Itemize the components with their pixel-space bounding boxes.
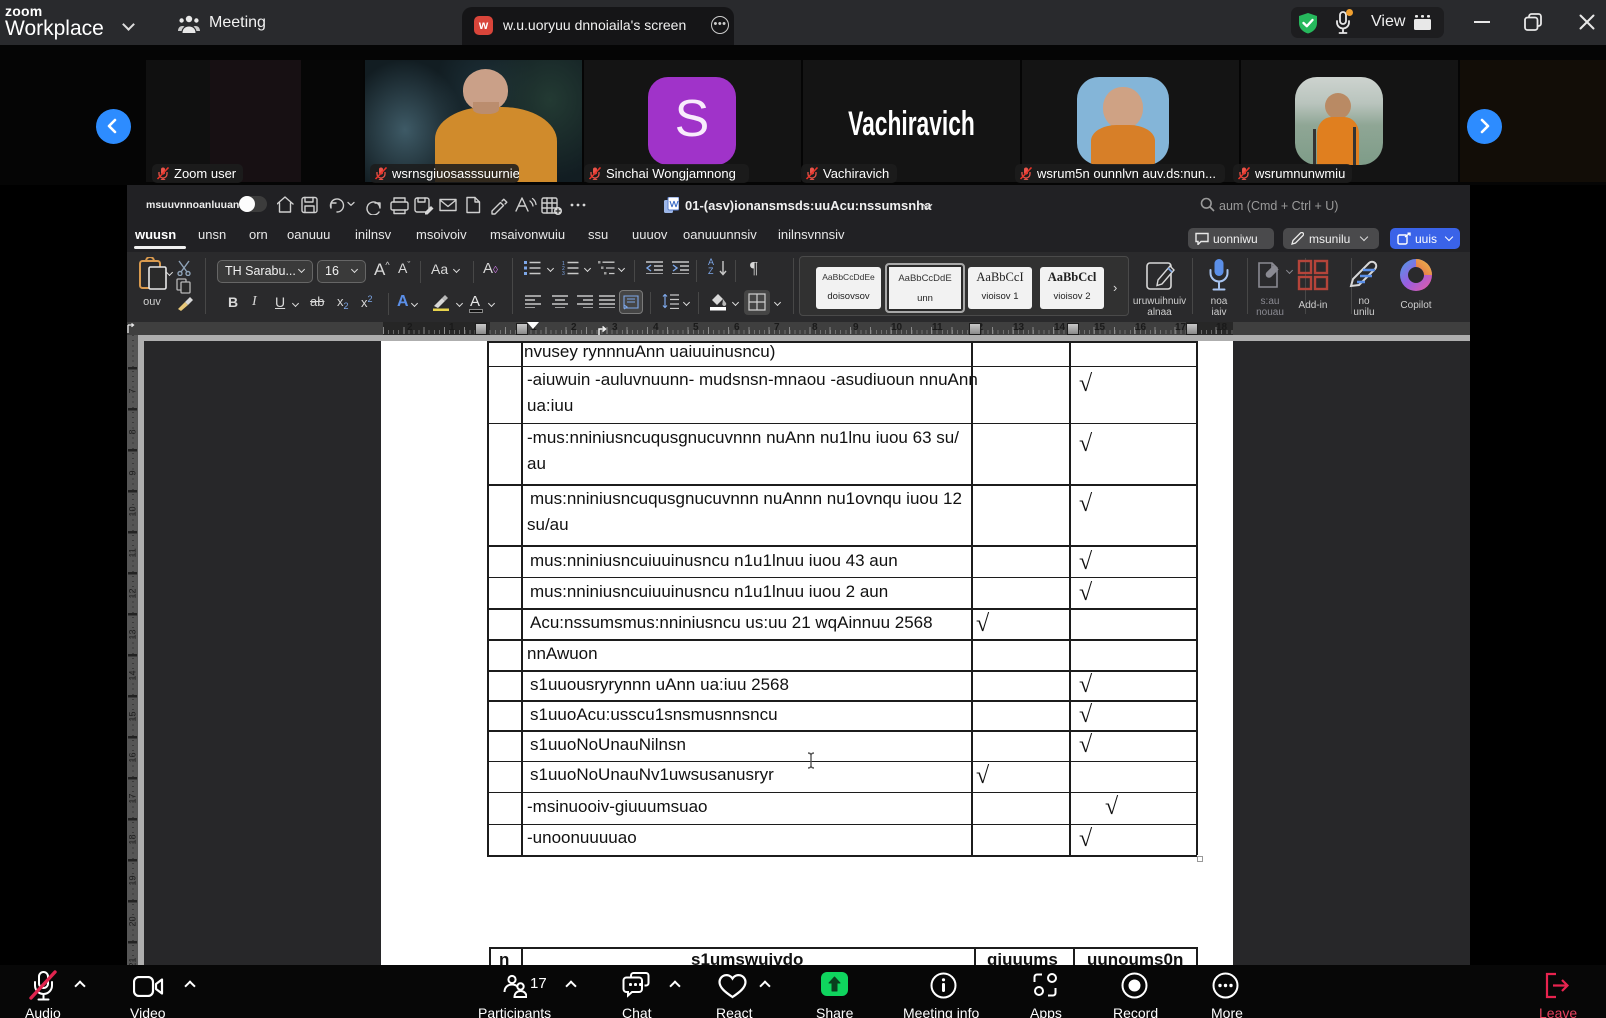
svg-text:3: 3	[562, 271, 565, 275]
